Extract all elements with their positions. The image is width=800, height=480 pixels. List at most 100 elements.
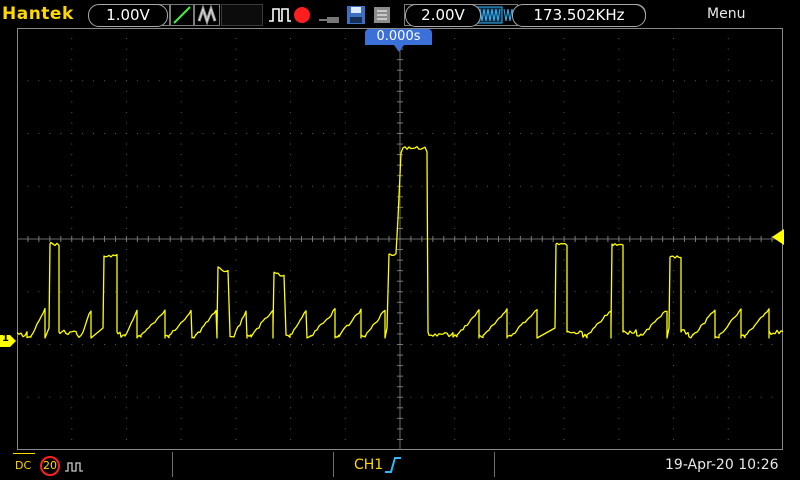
- rising-edge-icon[interactable]: [384, 456, 402, 478]
- grid-dot: [71, 375, 73, 377]
- grid-dot: [125, 438, 127, 440]
- grid-dot: [279, 133, 281, 134]
- grid-dot: [749, 185, 751, 187]
- trigger-source[interactable]: CH1: [354, 457, 383, 473]
- grid-dot: [673, 396, 675, 398]
- grid-dot: [465, 80, 467, 82]
- grid-dot: [563, 206, 565, 208]
- trigger-level[interactable]: 2.00V: [405, 4, 481, 27]
- grid-dot: [344, 428, 346, 430]
- grid-dot: [497, 185, 499, 187]
- grid-dot: [17, 396, 18, 398]
- grid-dot: [563, 28, 565, 29]
- grid-dot: [563, 38, 565, 40]
- grid-dot: [71, 143, 73, 145]
- grid-dot: [344, 322, 346, 324]
- grid-dot: [290, 90, 292, 92]
- record-dot-icon[interactable]: [294, 7, 310, 23]
- grid-dot: [508, 101, 510, 103]
- trigger-position-marker[interactable]: 0.000s: [365, 29, 432, 52]
- grid-dot: [421, 133, 423, 134]
- grid-dot: [651, 344, 653, 345]
- channel-1-scale[interactable]: 1.00V: [88, 4, 168, 27]
- grid-dot: [727, 249, 729, 251]
- grid-dot: [125, 206, 127, 208]
- grid-dot: [629, 133, 631, 134]
- grid-dot: [333, 185, 335, 187]
- grid-dot: [388, 185, 390, 187]
- bandwidth-limit-indicator[interactable]: 20: [40, 456, 60, 476]
- line-ramp-icon[interactable]: [170, 4, 194, 26]
- channel-1-ground-marker[interactable]: 1: [0, 333, 17, 352]
- grid-dot: [71, 90, 73, 92]
- grid-dot: [727, 312, 729, 314]
- print-icon[interactable]: [372, 5, 392, 29]
- grid-dot: [749, 291, 751, 293]
- grid-dot: [519, 344, 521, 345]
- grid-dot: [716, 133, 718, 134]
- grid-dot: [563, 133, 565, 134]
- grid-dot: [552, 291, 554, 293]
- grid-dot: [618, 259, 620, 261]
- waveform-display: [17, 28, 783, 450]
- grid-dot: [760, 80, 762, 82]
- trigger-level-marker[interactable]: [770, 229, 784, 249]
- grid-dot: [125, 386, 127, 388]
- grid-dot: [224, 80, 226, 82]
- graticule: [17, 28, 783, 450]
- grid-dot: [322, 291, 324, 293]
- coupling-indicator[interactable]: DC: [13, 453, 35, 475]
- grid-dot: [17, 133, 18, 134]
- menu-label[interactable]: Menu: [707, 6, 745, 22]
- grid-dot: [125, 249, 127, 251]
- grid-dot: [530, 133, 532, 134]
- grid-dot: [508, 312, 510, 314]
- persist-icon[interactable]: [194, 4, 220, 26]
- grid-dot: [180, 301, 182, 303]
- grid-dot: [191, 185, 193, 187]
- grid-dot: [563, 48, 565, 50]
- grid-dot: [673, 312, 675, 314]
- grid-dot: [508, 185, 510, 187]
- grid-dot: [388, 291, 390, 293]
- grid-dot: [771, 291, 773, 293]
- grid-dot: [136, 396, 138, 398]
- pulse-icon[interactable]: [268, 6, 292, 28]
- probe-icon[interactable]: [319, 10, 343, 29]
- grid-dot: [82, 396, 84, 398]
- grid-dot: [235, 365, 237, 367]
- grid-dot: [454, 386, 456, 388]
- grid-dot: [125, 407, 127, 409]
- grid-dot: [71, 227, 73, 229]
- grid-dot: [213, 291, 215, 293]
- grid-dot: [125, 217, 127, 219]
- grid-dot: [673, 301, 675, 303]
- grid-dot: [454, 375, 456, 377]
- grid-dot: [618, 322, 620, 324]
- grid-dot: [104, 344, 106, 345]
- grid-dot: [454, 301, 456, 303]
- grid-dot: [454, 185, 456, 187]
- grid-dot: [71, 101, 73, 103]
- grid-dot: [268, 396, 270, 398]
- grid-dot: [454, 291, 456, 293]
- grid-dot: [673, 291, 675, 293]
- grid-dot: [125, 101, 127, 103]
- grid-dot: [344, 438, 346, 440]
- grid-dot: [71, 354, 73, 356]
- grid-dot: [705, 396, 707, 398]
- grid-dot: [60, 344, 62, 345]
- square-wave-icon[interactable]: [64, 458, 84, 477]
- divider: [333, 452, 334, 477]
- grid-dot: [125, 185, 127, 187]
- grid-dot: [771, 185, 773, 187]
- grid-dot: [596, 396, 598, 398]
- save-icon[interactable]: [346, 5, 366, 29]
- grid-dot: [366, 396, 368, 398]
- grid-dot: [344, 122, 346, 124]
- grid-dot: [454, 90, 456, 92]
- grid-dot: [673, 111, 675, 113]
- grid-dot: [454, 80, 456, 82]
- grid-dot: [673, 428, 675, 430]
- grid-dot: [104, 80, 106, 82]
